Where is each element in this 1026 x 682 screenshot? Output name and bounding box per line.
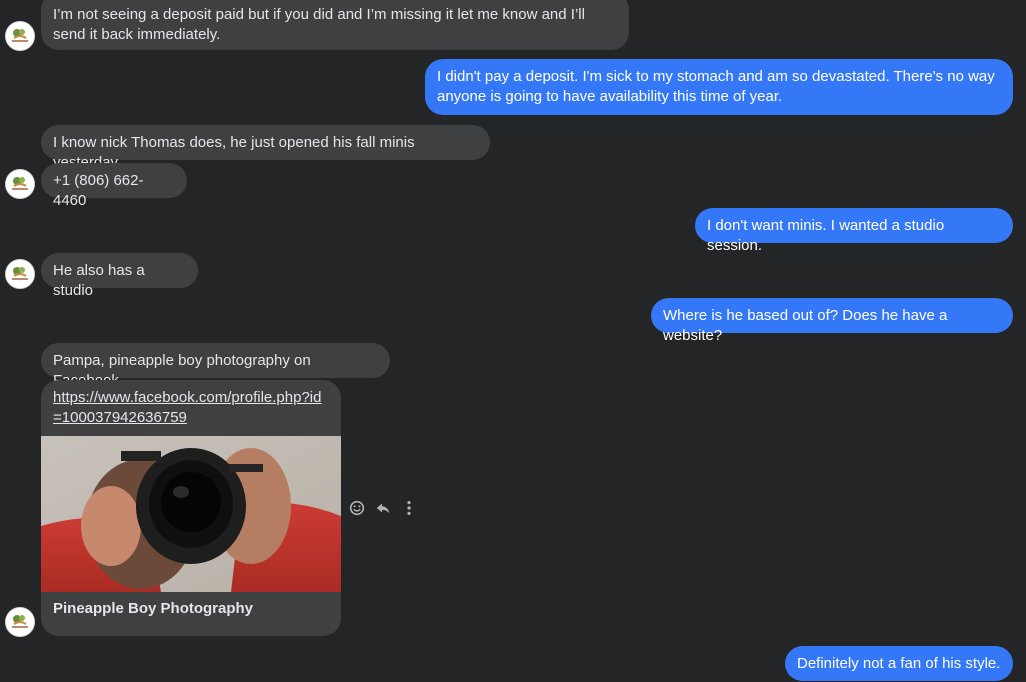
message-text: He also has a studio xyxy=(53,262,145,299)
message-text: I don't want minis. I wanted a studio se… xyxy=(707,217,945,254)
reply-icon[interactable] xyxy=(374,499,392,517)
more-icon[interactable] xyxy=(400,499,418,517)
link-preview-image[interactable] xyxy=(41,436,341,592)
message-incoming[interactable]: I know nick Thomas does, he just opened … xyxy=(41,125,490,171)
message-outgoing[interactable]: I didn't pay a deposit. I'm sick to my s… xyxy=(425,59,1013,115)
message-incoming[interactable]: Pampa, pineapple boy photography on Face… xyxy=(41,343,390,389)
emoji-icon[interactable] xyxy=(348,499,366,517)
link-preview-card[interactable]: https://www.facebook.com/profile.php?id=… xyxy=(41,380,341,636)
message-outgoing[interactable]: Definitely not a fan of his style. xyxy=(785,646,1013,681)
avatar[interactable] xyxy=(5,259,35,289)
message-text: I’m not seeing a deposit paid but if you… xyxy=(53,6,585,43)
message-text: I didn't pay a deposit. I'm sick to my s… xyxy=(437,68,995,105)
link-url[interactable]: https://www.facebook.com/profile.php?id=… xyxy=(53,388,329,428)
avatar[interactable] xyxy=(5,169,35,199)
message-incoming[interactable]: I’m not seeing a deposit paid but if you… xyxy=(41,0,629,50)
message-outgoing[interactable]: Where is he based out of? Does he have a… xyxy=(651,298,1013,344)
message-text: Where is he based out of? Does he have a… xyxy=(663,307,948,344)
message-outgoing[interactable]: I don't want minis. I wanted a studio se… xyxy=(695,208,1013,254)
message-text: +1 (806) 662-4460 xyxy=(53,172,144,209)
message-incoming[interactable]: +1 (806) 662-4460 xyxy=(41,163,187,209)
message-text: Definitely not a fan of his style. xyxy=(797,655,1001,672)
message-thread: I’m not seeing a deposit paid but if you… xyxy=(0,0,1026,682)
message-incoming[interactable]: He also has a studio xyxy=(41,253,198,299)
avatar[interactable] xyxy=(5,607,35,637)
avatar[interactable] xyxy=(5,21,35,51)
message-actions xyxy=(348,498,418,518)
link-title: Pineapple Boy Photography xyxy=(53,600,254,617)
